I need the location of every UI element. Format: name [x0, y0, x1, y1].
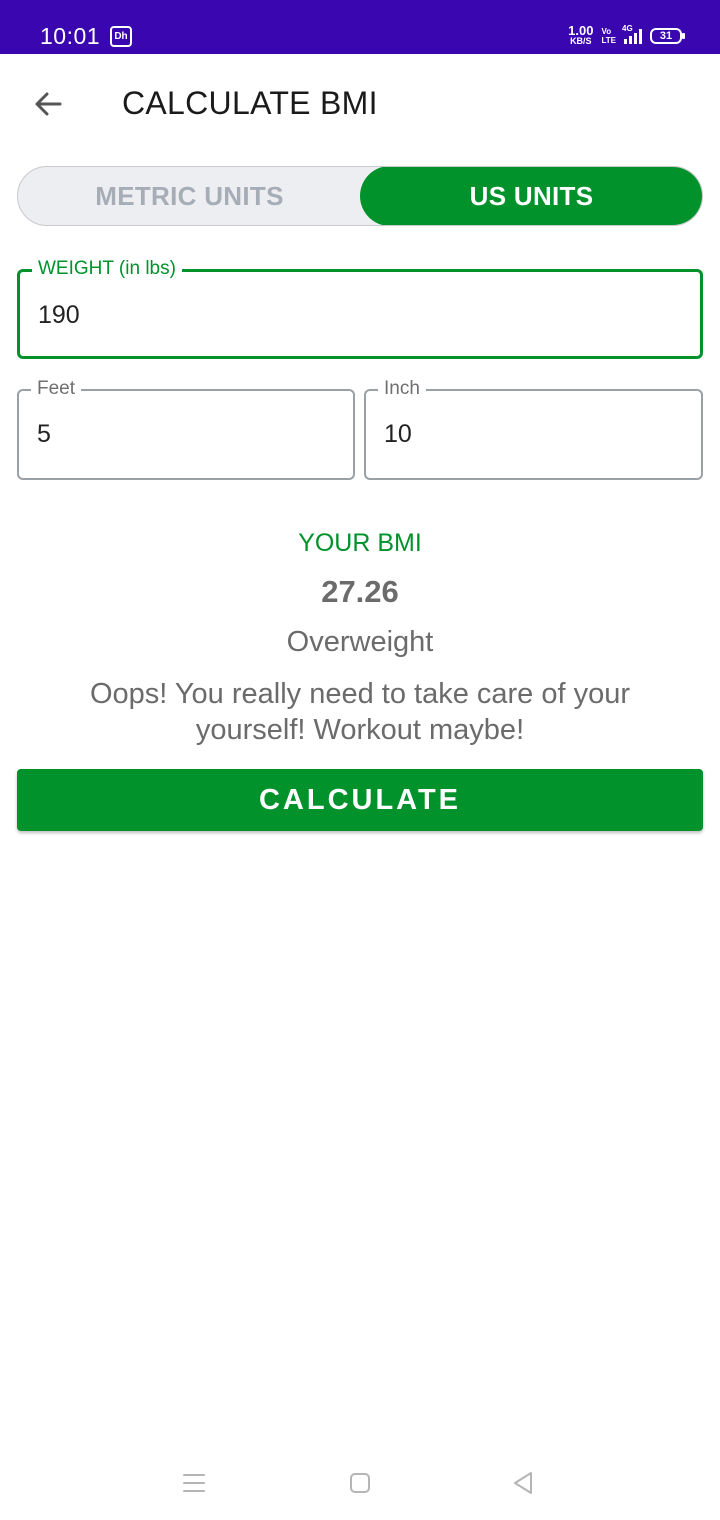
volte-icon: Vo LTE [601, 27, 616, 45]
inch-field[interactable]: Inch 10 [364, 378, 703, 480]
us-units-tab[interactable]: US UNITS [360, 167, 702, 225]
home-icon [350, 1473, 370, 1493]
back-triangle-icon [514, 1472, 532, 1494]
nav-home-button[interactable] [340, 1468, 380, 1498]
status-bar: 10:01 Dh 1.00 KB/S Vo LTE 4G 31 [0, 0, 720, 54]
back-button[interactable] [24, 80, 72, 128]
menu-icon [183, 1474, 205, 1492]
system-nav-bar [0, 1450, 720, 1520]
inch-field-value[interactable]: 10 [384, 419, 412, 449]
bmi-result-value: 27.26 [321, 574, 399, 609]
app-notification-icon: Dh [110, 26, 132, 47]
weight-field-value[interactable]: 190 [38, 300, 80, 330]
battery-icon: 31 [650, 28, 685, 44]
status-time: 10:01 [40, 23, 101, 49]
unit-toggle: METRIC UNITS US UNITS [17, 166, 703, 226]
bmi-description: Oops! You really need to take care of yo… [89, 678, 631, 746]
volte-top: Vo [601, 27, 612, 36]
signal-bar-3 [634, 33, 637, 44]
network-speed: 1.00 KB/S [568, 23, 594, 46]
status-indicators: 1.00 KB/S Vo LTE 4G 31 [568, 23, 685, 48]
signal-bar-1 [624, 39, 627, 44]
feet-field-label: Feet [31, 378, 82, 400]
network-speed-value: 1.00 [568, 23, 594, 38]
signal-bar-2 [629, 36, 632, 44]
feet-field-value[interactable]: 5 [37, 419, 51, 449]
toolbar: CALCULATE BMI [0, 54, 720, 150]
inch-field-label: Inch [378, 378, 426, 400]
signal-bar-4 [639, 29, 642, 44]
weight-field-label: WEIGHT (in lbs) [32, 258, 182, 280]
volte-bottom: LTE [601, 36, 616, 45]
weight-field[interactable]: WEIGHT (in lbs) 190 [17, 258, 703, 359]
metric-units-tab[interactable]: METRIC UNITS [18, 167, 361, 225]
signal-icon: 4G [622, 24, 642, 44]
arrow-back-icon [35, 92, 62, 116]
signal-label: 4G [622, 24, 633, 33]
calculate-button[interactable]: CALCULATE [17, 769, 703, 831]
bmi-category: Overweight [286, 626, 434, 658]
bmi-result-label: YOUR BMI [298, 529, 422, 557]
feet-field[interactable]: Feet 5 [17, 378, 355, 480]
nav-back-button[interactable] [503, 1468, 543, 1498]
network-speed-unit: KB/S [570, 36, 592, 46]
page-title: CALCULATE BMI [122, 85, 378, 121]
nav-menu-button[interactable] [174, 1468, 214, 1498]
